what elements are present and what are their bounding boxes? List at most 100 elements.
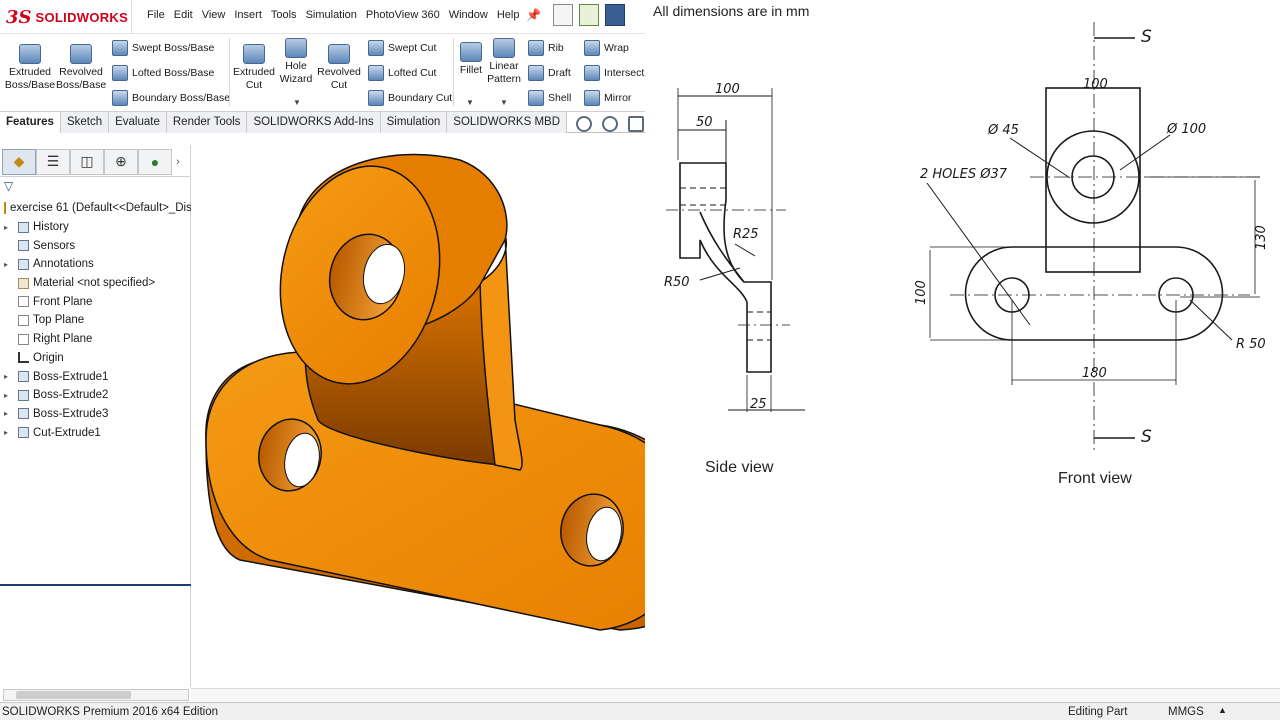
- tree-item-front-plane[interactable]: Front Plane: [0, 292, 191, 311]
- status-units[interactable]: MMGS: [1168, 706, 1204, 718]
- linear-pattern-button[interactable]: Linear Pattern: [486, 38, 522, 86]
- menu-photoview[interactable]: PhotoView 360: [366, 9, 440, 21]
- dim-side-thickness: 25: [750, 397, 767, 412]
- tab-solidworks-mbd[interactable]: SOLIDWORKS MBD: [447, 112, 568, 133]
- status-bar: SOLIDWORKS Premium 2016 x64 Edition Edit…: [0, 702, 1280, 720]
- pin-icon[interactable]: 📌: [526, 8, 541, 22]
- rollback-bar[interactable]: [0, 584, 191, 586]
- menu-help[interactable]: Help: [497, 9, 520, 21]
- tree-item-boss-extrude2[interactable]: ▸ Boss-Extrude2: [0, 386, 191, 405]
- tree-item-boss-extrude1[interactable]: ▸ Boss-Extrude1: [0, 367, 191, 386]
- menu-file[interactable]: File: [147, 9, 165, 21]
- draft-label: Draft: [548, 67, 571, 79]
- rib-button[interactable]: Rib: [528, 40, 564, 56]
- tab-render-tools[interactable]: Render Tools: [166, 112, 248, 133]
- configuration-manager-tab-icon[interactable]: ◫: [70, 148, 104, 175]
- tree-item-label: Material <not specified>: [33, 277, 156, 290]
- linear-pattern-dropdown-icon[interactable]: ▼: [500, 98, 508, 107]
- new-document-icon[interactable]: [553, 4, 573, 26]
- revolved-cut-button[interactable]: Revolved Cut: [316, 44, 362, 92]
- tab-features[interactable]: Features: [0, 112, 61, 133]
- filter-icon[interactable]: ▽: [4, 179, 13, 193]
- boundary-boss-button[interactable]: Boundary Boss/Base: [112, 90, 230, 106]
- graphics-area[interactable]: [191, 145, 706, 688]
- tab-sketch[interactable]: Sketch: [60, 112, 110, 133]
- tab-solidworks-add-ins[interactable]: SOLIDWORKS Add-Ins: [247, 112, 381, 133]
- menu-simulation[interactable]: Simulation: [306, 9, 357, 21]
- expand-icon[interactable]: ▸: [4, 260, 14, 269]
- zoom-to-area-icon[interactable]: [602, 116, 618, 132]
- extruded-cut-button[interactable]: Extruded Cut: [232, 44, 276, 92]
- swept-cut-button[interactable]: Swept Cut: [368, 40, 436, 56]
- tree-item-material[interactable]: Material <not specified>: [0, 274, 191, 293]
- shell-button[interactable]: Shell: [528, 90, 571, 106]
- tree-item-cut-extrude1[interactable]: ▸ Cut-Extrude1: [0, 423, 191, 442]
- intersect-button[interactable]: Intersect: [584, 65, 644, 81]
- save-icon[interactable]: [605, 4, 625, 26]
- swept-boss-button[interactable]: Swept Boss/Base: [112, 40, 214, 56]
- open-document-icon[interactable]: [579, 4, 599, 26]
- tree-root-part[interactable]: exercise 61 (Default<<Default>_Display S…: [0, 199, 191, 218]
- revolved-boss-button[interactable]: Revolved Boss/Base: [56, 44, 106, 92]
- dimxpert-manager-tab-icon[interactable]: ⊕: [104, 148, 138, 175]
- mirror-button[interactable]: Mirror: [584, 90, 631, 106]
- fillet-dropdown-icon[interactable]: ▼: [466, 98, 474, 107]
- panel-horizontal-scrollbar[interactable]: [3, 689, 189, 701]
- dim-side-width-top: 50: [696, 115, 713, 130]
- extruded-boss-icon: [19, 44, 41, 64]
- boundary-cut-button[interactable]: Boundary Cut: [368, 90, 452, 106]
- draft-button[interactable]: Draft: [528, 65, 571, 81]
- menu-window[interactable]: Window: [449, 9, 488, 21]
- wrap-button[interactable]: Wrap: [584, 40, 629, 56]
- units-dropdown-icon[interactable]: ▲: [1218, 705, 1227, 715]
- scrollbar-thumb[interactable]: [16, 691, 131, 699]
- swept-cut-label: Swept Cut: [388, 42, 437, 54]
- tree-item-label: Sensors: [33, 239, 76, 252]
- annotations-icon: [18, 258, 29, 270]
- tree-item-label: Boss-Extrude2: [33, 389, 109, 402]
- expand-icon[interactable]: ▸: [4, 391, 14, 400]
- lofted-cut-button[interactable]: Lofted Cut: [368, 65, 436, 81]
- previous-view-icon[interactable]: [628, 116, 644, 132]
- model-3d-view[interactable]: [191, 145, 706, 688]
- tree-item-label: Boss-Extrude1: [33, 370, 109, 383]
- tree-item-sensors[interactable]: Sensors: [0, 236, 191, 255]
- hole-wizard-dropdown-icon[interactable]: ▼: [293, 98, 301, 107]
- dim-side-r50: R50: [664, 275, 690, 290]
- panel-tabs-more-icon[interactable]: ›: [172, 156, 184, 168]
- feature-manager-tab-icon[interactable]: ◆: [2, 148, 36, 175]
- solidworks-logo[interactable]: 3S SOLIDWORKS: [0, 0, 132, 34]
- history-icon: [18, 221, 29, 233]
- origin-icon: [18, 352, 29, 364]
- expand-icon[interactable]: ▸: [4, 223, 14, 232]
- expand-icon[interactable]: ▸: [4, 428, 14, 437]
- property-manager-tab-icon[interactable]: ☰: [36, 148, 70, 175]
- tree-item-history[interactable]: ▸ History: [0, 218, 191, 237]
- section-label-bottom: S: [1141, 427, 1152, 447]
- menu-insert[interactable]: Insert: [234, 9, 262, 21]
- linear-pattern-icon: [493, 38, 515, 58]
- hole-wizard-button[interactable]: Hole Wizard: [276, 38, 316, 86]
- expand-icon[interactable]: ▸: [4, 372, 14, 381]
- ribbon-separator: [453, 38, 454, 106]
- tree-item-boss-extrude3[interactable]: ▸ Boss-Extrude3: [0, 405, 191, 424]
- lofted-boss-button[interactable]: Lofted Boss/Base: [112, 65, 214, 81]
- tree-item-right-plane[interactable]: Right Plane: [0, 330, 191, 349]
- display-manager-tab-icon[interactable]: ●: [138, 148, 172, 175]
- tree-item-top-plane[interactable]: Top Plane: [0, 311, 191, 330]
- tab-simulation[interactable]: Simulation: [380, 112, 448, 133]
- menu-edit[interactable]: Edit: [174, 9, 193, 21]
- tree-item-origin[interactable]: Origin: [0, 349, 191, 368]
- extruded-boss-button[interactable]: Extruded Boss/Base: [4, 44, 56, 92]
- zoom-to-fit-icon[interactable]: [576, 116, 592, 132]
- menu-tools[interactable]: Tools: [271, 9, 297, 21]
- panel-tabs: ◆ ☰ ◫ ⊕ ● ›: [0, 147, 191, 177]
- dim-side-width-total: 100: [715, 82, 740, 97]
- fillet-button[interactable]: Fillet: [456, 42, 486, 77]
- tree-item-annotations[interactable]: ▸ Annotations: [0, 255, 191, 274]
- revolved-boss-icon: [70, 44, 92, 64]
- menu-view[interactable]: View: [202, 9, 226, 21]
- expand-icon[interactable]: ▸: [4, 409, 14, 418]
- extruded-boss-label: Extruded Boss/Base: [4, 66, 56, 91]
- tab-evaluate[interactable]: Evaluate: [109, 112, 167, 133]
